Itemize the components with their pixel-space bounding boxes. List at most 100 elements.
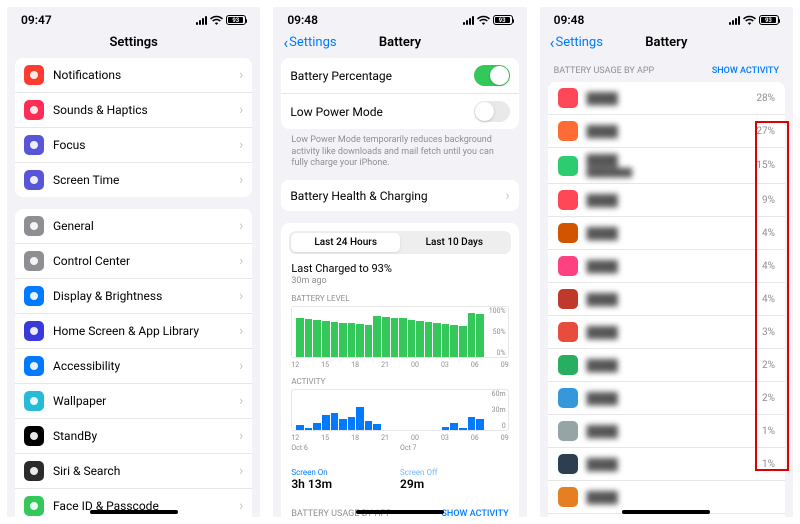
row-label: Control Center (53, 254, 239, 268)
app-usage-row[interactable]: ████2% (548, 349, 785, 382)
back-button[interactable]: ‹Settings (550, 35, 603, 51)
chevron-right-icon: › (239, 358, 243, 374)
show-activity-button[interactable]: SHOW ACTIVITY (441, 509, 508, 517)
gear-icon (24, 216, 44, 236)
tab-10d[interactable]: Last 10 Days (400, 233, 509, 252)
home-indicator[interactable] (356, 510, 444, 514)
charge-subtitle: 30m ago (291, 276, 508, 286)
app-usage-row[interactable]: ████28% (548, 82, 785, 115)
text-icon (24, 286, 44, 306)
settings-row-notifications[interactable]: Notifications› (15, 58, 252, 93)
settings-row-home-screen-app-library[interactable]: Home Screen & App Library› (15, 314, 252, 349)
chevron-right-icon: › (239, 498, 243, 514)
row-label: General (53, 219, 239, 233)
battery-icon: 93 (759, 15, 779, 25)
row-label: Home Screen & App Library (53, 324, 239, 338)
home-indicator[interactable] (622, 510, 710, 514)
app-icon (558, 355, 578, 375)
settings-row-display-brightness[interactable]: Display & Brightness› (15, 279, 252, 314)
battery-icon: 93 (226, 15, 246, 25)
app-percentage: 15% (756, 160, 775, 171)
app-icon (558, 223, 578, 243)
chevron-right-icon: › (239, 218, 243, 234)
home-indicator[interactable] (90, 510, 178, 514)
app-name: ████ (587, 326, 762, 339)
settings-row-focus[interactable]: Focus› (15, 128, 252, 163)
charge-title: Last Charged to 93% (291, 262, 508, 275)
face-icon (24, 496, 44, 516)
app-usage-row[interactable]: ████3% (548, 316, 785, 349)
screen-settings: 09:47 93 Settings Notifications›Sounds &… (7, 7, 260, 517)
settings-row-wallpaper[interactable]: Wallpaper› (15, 384, 252, 419)
low-power-mode-row[interactable]: Low Power Mode (281, 94, 518, 129)
screen-off-stat: Screen Off 29m (400, 468, 509, 491)
app-usage-row[interactable]: ████4% (548, 283, 785, 316)
signal-icon (196, 16, 207, 25)
chevron-right-icon: › (505, 188, 509, 204)
switches-icon (24, 251, 44, 271)
grid-icon (24, 321, 44, 341)
settings-row-siri-search[interactable]: Siri & Search› (15, 454, 252, 489)
app-percentage: 27% (756, 126, 775, 137)
app-usage-row[interactable]: ████1% (548, 448, 785, 481)
chevron-right-icon: › (239, 137, 243, 153)
screen-battery-detail: 09:48 93 ‹Settings Battery Battery Perce… (273, 7, 526, 517)
app-usage-row[interactable]: ████████████15% (548, 148, 785, 184)
settings-row-screen-time[interactable]: Screen Time› (15, 163, 252, 197)
chevron-left-icon: ‹ (283, 35, 288, 51)
signal-icon (729, 16, 740, 25)
status-bar: 09:47 93 (7, 7, 260, 29)
app-icon (558, 388, 578, 408)
tab-24h[interactable]: Last 24 Hours (291, 233, 400, 252)
wifi-icon (477, 15, 490, 25)
settings-list[interactable]: Notifications›Sounds & Haptics›Focus›Scr… (7, 58, 260, 517)
app-usage-row[interactable]: Weather— (548, 514, 785, 517)
app-usage-row[interactable]: ████9% (548, 184, 785, 217)
row-label: Notifications (53, 68, 239, 82)
app-icon (558, 190, 578, 210)
chevron-right-icon: › (239, 428, 243, 444)
settings-row-standby[interactable]: StandBy› (15, 419, 252, 454)
app-usage-row[interactable]: ████1% (548, 415, 785, 448)
chevron-right-icon: › (239, 102, 243, 118)
show-activity-button[interactable]: SHOW ACTIVITY (712, 66, 779, 76)
low-power-toggle[interactable] (474, 101, 510, 122)
chevron-right-icon: › (239, 463, 243, 479)
app-usage-row[interactable]: ████4% (548, 217, 785, 250)
app-name: ████ (587, 392, 762, 405)
speaker-icon (24, 100, 44, 120)
battery-level-chart[interactable]: 100%50%0% (291, 306, 508, 358)
app-usage-row[interactable]: ████27% (548, 115, 785, 148)
battery-percentage-row[interactable]: Battery Percentage (281, 58, 518, 94)
time-range-segment[interactable]: Last 24 Hours Last 10 Days (289, 231, 510, 254)
activity-chart[interactable]: 60m30m0 (291, 389, 508, 431)
page-title: Settings (109, 35, 157, 50)
screen-on-stat: Screen On 3h 13m (291, 468, 400, 491)
app-name: ████ (587, 359, 762, 372)
app-percentage: 9% (762, 195, 775, 206)
nav-bar: ‹Settings Battery (273, 29, 526, 58)
flower-icon (24, 391, 44, 411)
row-label: Display & Brightness (53, 289, 239, 303)
app-name: ████ (587, 125, 757, 138)
row-label: Sounds & Haptics (53, 103, 239, 117)
app-icon (558, 454, 578, 474)
app-usage-row[interactable]: ████2% (548, 382, 785, 415)
app-name: ████ (587, 458, 762, 471)
settings-row-sounds-haptics[interactable]: Sounds & Haptics› (15, 93, 252, 128)
app-name: ████ (587, 227, 762, 240)
app-percentage: 2% (762, 360, 775, 371)
app-name: ████ (587, 491, 775, 504)
app-name: ████ (587, 293, 762, 306)
battery-health-row[interactable]: Battery Health & Charging › (281, 180, 518, 211)
battery-percentage-toggle[interactable] (474, 65, 510, 86)
status-time: 09:48 (554, 13, 585, 27)
wifi-icon (210, 15, 223, 25)
settings-row-control-center[interactable]: Control Center› (15, 244, 252, 279)
app-usage-row[interactable]: ████4% (548, 250, 785, 283)
settings-row-general[interactable]: General› (15, 209, 252, 244)
settings-row-accessibility[interactable]: Accessibility› (15, 349, 252, 384)
back-button[interactable]: ‹Settings (283, 35, 336, 51)
app-name: ████ (587, 260, 762, 273)
row-label: Wallpaper (53, 394, 239, 408)
